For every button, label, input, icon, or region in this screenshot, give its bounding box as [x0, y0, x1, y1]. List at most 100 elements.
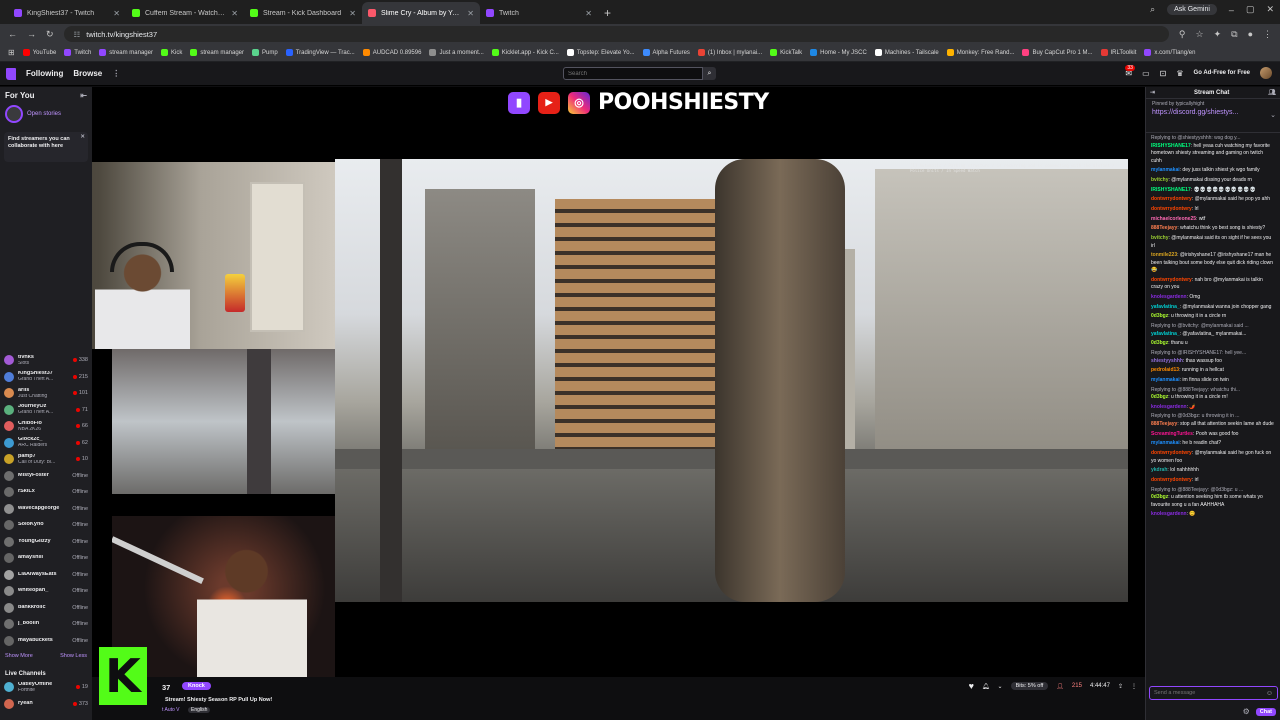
- tab-search-icon[interactable]: ⌕: [1150, 4, 1155, 15]
- stream-category[interactable]: t Auto V: [162, 707, 180, 713]
- chat-username[interactable]: mylanmakai: [1151, 440, 1180, 446]
- reload-icon[interactable]: ↻: [46, 29, 54, 40]
- chat-username[interactable]: mylanmakai: [1151, 377, 1180, 383]
- chat-settings-icon[interactable]: ⚙: [1243, 707, 1250, 716]
- nav-more-icon[interactable]: ⋮: [112, 69, 120, 78]
- dropdown-chevron-icon[interactable]: ⌄: [998, 683, 1003, 690]
- site-info-icon[interactable]: ☷: [74, 30, 81, 39]
- sidebar-channel[interactable]: wavecapgeorge Offline: [0, 501, 92, 518]
- forward-icon[interactable]: →: [27, 29, 36, 39]
- bookmark-item[interactable]: Home - My JSCC: [810, 49, 867, 56]
- browser-tab[interactable]: KingShiest37 - Twitch ✕: [8, 2, 126, 24]
- tab-close-icon[interactable]: ✕: [113, 9, 120, 18]
- bookmark-star-icon[interactable]: ☆: [1196, 29, 1204, 40]
- reply-context[interactable]: Replying to @888Teejayy: @0d3bgz: u ...: [1151, 487, 1275, 495]
- sidebar-channel[interactable]: ryeah 373: [0, 696, 92, 713]
- browser-menu-icon[interactable]: ⋮: [1263, 29, 1272, 40]
- sidebar-channel[interactable]: arlis Just Chatting 101: [0, 385, 92, 402]
- chat-username[interactable]: dontwrrydontwry: [1151, 477, 1192, 483]
- sidebar-channel[interactable]: Glock2c_ ARC Raiders 62: [0, 435, 92, 452]
- collapse-chat-icon[interactable]: ⇥: [1150, 89, 1155, 96]
- sidebar-channel[interactable]: ChiboFlo NBA 2K26 66: [0, 418, 92, 435]
- chat-username[interactable]: 888Teejayy: [1151, 421, 1177, 427]
- browser-tab[interactable]: Stream - Kick Dashboard ✕: [244, 2, 362, 24]
- chat-username[interactable]: dontwrrydontwry: [1151, 450, 1192, 456]
- chat-username[interactable]: dontwrrydontwry: [1151, 196, 1192, 202]
- more-options-icon[interactable]: ⋮: [1131, 683, 1137, 690]
- chat-send-button[interactable]: Chat: [1255, 707, 1276, 716]
- show-more-link[interactable]: Show More: [5, 653, 33, 659]
- search-button[interactable]: ⌕: [703, 67, 716, 80]
- streamer-name[interactable]: 37: [162, 683, 170, 692]
- chat-username[interactable]: IRISHYSHANE17: [1151, 143, 1191, 149]
- sidebar-channel[interactable]: mayabuckets Offline: [0, 633, 92, 650]
- collab-card[interactable]: Find streamers you can collaborate with …: [4, 132, 88, 162]
- chat-username[interactable]: 0d3bgz: [1151, 313, 1168, 319]
- video-player[interactable]: ▮ ▶ ◎ POOHSHIESTY [1] Automatic / Parkin…: [92, 87, 1145, 677]
- apps-grid-icon[interactable]: ⊞: [8, 48, 15, 57]
- bookmark-item[interactable]: YouTube: [22, 49, 56, 56]
- zoom-icon[interactable]: ⚲: [1179, 29, 1186, 40]
- chat-username[interactable]: 0d3bgz: [1151, 494, 1168, 500]
- pinned-message[interactable]: Pinned by typicallyhight https://discord…: [1146, 99, 1280, 133]
- prime-crown-icon[interactable]: ♛: [1176, 69, 1183, 78]
- tab-close-icon[interactable]: ✕: [349, 9, 356, 18]
- chat-username[interactable]: dontwrrydontwry: [1151, 277, 1192, 283]
- reply-context[interactable]: Replying to @0d3bgz: u throwing it in ..…: [1151, 413, 1275, 421]
- whispers-icon[interactable]: ▭: [1142, 69, 1150, 78]
- reply-context[interactable]: Replying to @shiestyyshhh: wsg dog y...: [1151, 135, 1275, 143]
- chat-username[interactable]: 0d3bgz: [1151, 340, 1168, 346]
- bookmark-item[interactable]: Just a moment...: [429, 49, 484, 56]
- open-stories-link[interactable]: Open stories: [27, 111, 61, 117]
- share-icon[interactable]: ⇪: [1118, 683, 1123, 690]
- bookmark-item[interactable]: Machines - Tailscale: [874, 49, 939, 56]
- bookmark-item[interactable]: Pump: [252, 49, 278, 56]
- reply-context[interactable]: Replying to @888Teejayy: whatchu thi...: [1151, 387, 1275, 395]
- new-tab-button[interactable]: +: [598, 6, 617, 24]
- chat-input-box[interactable]: ☺: [1149, 686, 1278, 700]
- chat-username[interactable]: tonmile223: [1151, 252, 1177, 258]
- bookmark-item[interactable]: Topstep: Elevate Yo...: [566, 49, 635, 56]
- sidebar-channel[interactable]: bankkrollc Offline: [0, 600, 92, 617]
- sidebar-channel[interactable]: whiteopah_ Offline: [0, 583, 92, 600]
- chat-username[interactable]: knolesgardenn: [1151, 404, 1187, 410]
- sidebar-channel[interactable]: SoloKyno Offline: [0, 517, 92, 534]
- notification-bell-icon[interactable]: 🔔︎: [982, 683, 990, 690]
- bookmark-item[interactable]: Kick: [160, 49, 182, 56]
- story-avatar[interactable]: [5, 105, 23, 123]
- user-avatar[interactable]: [1260, 67, 1272, 79]
- chat-username[interactable]: ykdrah: [1151, 467, 1167, 473]
- search-input[interactable]: [563, 67, 703, 80]
- chat-username[interactable]: dontwrrydontwry: [1151, 206, 1192, 212]
- expand-pinned-icon[interactable]: ⌄: [1270, 111, 1276, 119]
- sidebar-channel[interactable]: tlvnks Slots 338: [0, 352, 92, 369]
- sidebar-channel[interactable]: j_boolin Offline: [0, 616, 92, 633]
- reply-context[interactable]: Replying to @bvitchy: @mylanmakai said .…: [1151, 323, 1275, 331]
- twitch-logo-icon[interactable]: [6, 67, 16, 80]
- notifications-icon[interactable]: ✉ 33: [1125, 64, 1135, 78]
- stories-row[interactable]: Open stories: [0, 104, 92, 124]
- chat-username[interactable]: knolesgardenn: [1151, 511, 1187, 517]
- bookmarks-icon[interactable]: ⊡: [1160, 69, 1167, 78]
- bits-button[interactable]: Bits: 5% off: [1010, 682, 1049, 690]
- browser-tab[interactable]: Twitch ✕: [480, 2, 598, 24]
- bookmark-item[interactable]: stream manager: [99, 49, 153, 56]
- sidebar-channel[interactable]: OatleyOffline Fortnite 19: [0, 679, 92, 696]
- chat-username[interactable]: 888Teejayy: [1151, 225, 1177, 231]
- close-window-icon[interactable]: ✕: [1266, 4, 1274, 15]
- knock-button[interactable]: Knock: [182, 682, 211, 690]
- back-icon[interactable]: ←: [8, 29, 17, 39]
- sidebar-channel[interactable]: pamp7 Call of Duty: Bl... 10: [0, 451, 92, 468]
- bookmark-item[interactable]: Twitch: [64, 49, 91, 56]
- chat-username[interactable]: yafavlatina_: [1151, 304, 1180, 310]
- extensions-puzzle-icon[interactable]: ⧉: [1231, 29, 1237, 40]
- sidebar-channel[interactable]: MistyFoster Offline: [0, 468, 92, 485]
- chat-input[interactable]: [1154, 690, 1254, 696]
- chat-username[interactable]: yafavlatina_: [1151, 331, 1180, 337]
- chat-username[interactable]: IRISHYSHANE17: [1151, 187, 1191, 193]
- reply-context[interactable]: Replying to @IRISHYSHANE17: hell yee...: [1151, 350, 1275, 358]
- ask-gemini-button[interactable]: Ask Gemini: [1167, 4, 1217, 15]
- bookmark-item[interactable]: KickTalk: [770, 49, 802, 56]
- bookmark-item[interactable]: stream manager: [190, 49, 244, 56]
- chat-username[interactable]: mylanmakai: [1151, 167, 1180, 173]
